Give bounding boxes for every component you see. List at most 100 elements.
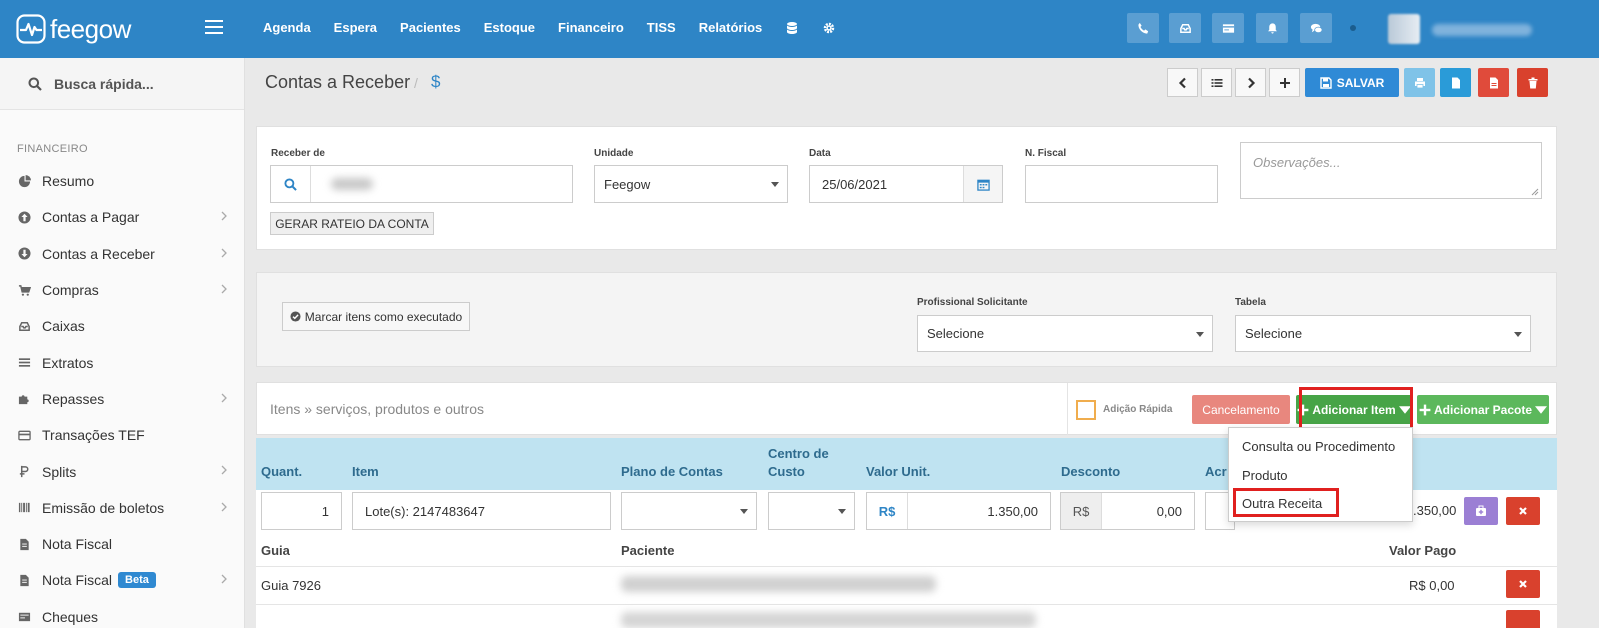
adicionar-item-button[interactable]: Adicionar Item — [1296, 395, 1412, 424]
medical-kit-button[interactable] — [1464, 497, 1498, 525]
unidade-select[interactable]: Feegow — [594, 165, 788, 203]
card-icon — [17, 430, 31, 441]
sidebar-item-repasses[interactable]: Repasses — [0, 381, 244, 417]
sidebar-item-nota-fiscal-beta[interactable]: Nota Fiscal Beta — [0, 562, 244, 598]
sidebar-item-compras[interactable]: Compras — [0, 272, 244, 308]
menu-item-consulta[interactable]: Consulta ou Procedimento — [1242, 439, 1395, 454]
trash-icon — [1528, 77, 1537, 88]
quick-search[interactable]: Busca rápida... — [0, 58, 244, 110]
cancelamento-button[interactable]: Cancelamento — [1192, 395, 1290, 424]
calendar-icon — [976, 179, 990, 191]
breadcrumb-dollar[interactable]: $ — [431, 72, 440, 92]
plano-contas-select[interactable] — [621, 492, 757, 530]
sidebar-item-contas-receber[interactable]: Contas a Receber — [0, 236, 244, 272]
list-icon — [18, 358, 30, 367]
resize-handle-icon[interactable] — [1531, 188, 1539, 196]
nav-relatorios[interactable]: Relatórios — [699, 20, 763, 35]
split-icon — [19, 465, 28, 478]
centro-custo-select[interactable] — [768, 492, 855, 530]
plus-icon — [1297, 404, 1309, 415]
sidebar-item-contas-pagar[interactable]: Contas a Pagar — [0, 199, 244, 235]
sidebar-item-label: Caixas — [42, 318, 85, 335]
database-icon[interactable] — [785, 21, 799, 35]
new-button[interactable] — [1269, 68, 1300, 97]
print-button[interactable] — [1404, 68, 1435, 97]
phone-button[interactable] — [1127, 13, 1159, 43]
notifications-button[interactable] — [1256, 13, 1288, 43]
next-button[interactable] — [1235, 68, 1266, 97]
sidebar-item-extratos[interactable]: Extratos — [0, 344, 244, 380]
nav-agenda[interactable]: Agenda — [263, 20, 311, 35]
nfiscal-field[interactable] — [1025, 165, 1218, 203]
calendar-button[interactable] — [963, 166, 1002, 202]
cart-icon — [18, 284, 31, 296]
menu-item-outra-receita[interactable]: Outra Receita — [1242, 496, 1322, 511]
list-button[interactable] — [1201, 68, 1232, 97]
receber-de-value-blurred — [331, 178, 373, 190]
menu-toggle-icon[interactable] — [205, 20, 223, 34]
remove-guia-button-2[interactable] — [1506, 610, 1540, 628]
caret-down-icon — [771, 182, 779, 187]
bell-icon — [1267, 22, 1277, 34]
gear-icon[interactable] — [822, 21, 836, 35]
adicao-rapida-checkbox[interactable] — [1076, 400, 1096, 420]
sidebar-item-resumo[interactable]: Resumo — [0, 163, 244, 199]
sidebar-item-transacoes-tef[interactable]: Transações TEF — [0, 417, 244, 453]
sidebar-item-cheques[interactable]: Cheques — [0, 599, 244, 628]
sidebar-item-emissao-boletos[interactable]: Emissão de boletos — [0, 490, 244, 526]
tabela-select[interactable]: Selecione — [1235, 315, 1531, 352]
col-acrescimo: Acr — [1205, 464, 1227, 479]
nav-estoque[interactable]: Estoque — [484, 20, 535, 35]
sidebar-item-nota-fiscal[interactable]: Nota Fiscal — [0, 526, 244, 562]
search-icon — [284, 177, 297, 191]
adicionar-pacote-label: Adicionar Pacote — [1433, 402, 1533, 417]
quant-input[interactable]: 1 — [261, 492, 342, 530]
remove-item-button[interactable] — [1506, 497, 1540, 525]
delete-button[interactable] — [1517, 68, 1548, 97]
inbox-button[interactable] — [1169, 13, 1201, 43]
sidebar-item-label: Transações TEF — [42, 427, 145, 444]
document-button[interactable] — [1440, 68, 1471, 97]
chevron-right-icon — [221, 502, 227, 512]
card-button[interactable] — [1212, 13, 1244, 43]
gerar-rateio-button[interactable]: GERAR RATEIO DA CONTA — [270, 212, 434, 235]
currency-addon: R$ — [1061, 493, 1102, 529]
col-item: Item — [352, 464, 379, 479]
sidebar-item-splits[interactable]: Splits — [0, 453, 244, 489]
user-name-blurred[interactable] — [1432, 24, 1532, 36]
valor-unit-input[interactable]: R$ 1.350,00 — [866, 492, 1051, 530]
beta-badge: Beta — [118, 572, 156, 589]
previous-button[interactable] — [1167, 68, 1198, 97]
menu-item-produto[interactable]: Produto — [1242, 468, 1288, 483]
nav-pacientes[interactable]: Pacientes — [400, 20, 461, 35]
chat-button[interactable] — [1300, 13, 1332, 43]
remove-guia-button[interactable] — [1506, 570, 1540, 598]
adicao-rapida-label: Adição Rápida — [1103, 404, 1173, 415]
nav-espera[interactable]: Espera — [334, 20, 377, 35]
adicionar-pacote-button[interactable]: Adicionar Pacote — [1417, 395, 1549, 424]
sidebar-item-caixas[interactable]: Caixas — [0, 308, 244, 344]
observacoes-textarea[interactable]: Observações... — [1240, 142, 1542, 199]
desconto-value: 0,00 — [1156, 503, 1182, 519]
cheque-icon — [18, 612, 30, 622]
sidebar-item-label: Contas a Receber — [42, 245, 155, 262]
marcar-executado-button[interactable]: Marcar itens como executado — [282, 302, 470, 331]
observacoes-placeholder: Observações... — [1253, 155, 1341, 170]
nav-tiss[interactable]: TISS — [647, 20, 676, 35]
desconto-input[interactable]: R$ 0,00 — [1060, 492, 1195, 530]
data-field[interactable]: 25/06/2021 — [809, 165, 1003, 203]
item-input[interactable]: Lote(s): 2147483647 — [352, 492, 611, 530]
profissional-select[interactable]: Selecione — [917, 315, 1213, 352]
save-button[interactable]: SALVAR — [1305, 68, 1399, 97]
pdf-button[interactable] — [1478, 68, 1509, 97]
user-avatar[interactable] — [1388, 14, 1420, 44]
barcode-icon — [18, 503, 30, 513]
receber-de-field[interactable] — [270, 165, 573, 203]
save-label: SALVAR — [1336, 75, 1385, 90]
file-icon — [1451, 77, 1460, 88]
nav-financeiro[interactable]: Financeiro — [558, 20, 624, 35]
plus-icon — [1279, 77, 1290, 88]
search-icon — [28, 77, 42, 91]
arrow-up-circle-icon — [17, 211, 31, 224]
file-icon — [19, 538, 29, 550]
